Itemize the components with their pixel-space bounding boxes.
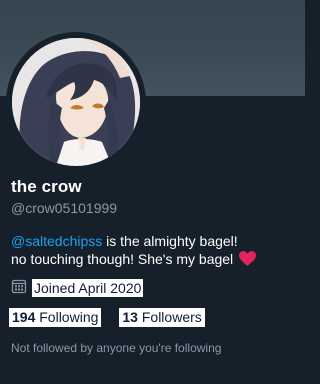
joined-date: Joined April 2020: [32, 279, 144, 297]
avatar-ring: [6, 32, 146, 172]
following-count: 194: [12, 308, 36, 325]
profile-bio: @saltedchipss is the almighty bagel! no …: [11, 232, 301, 270]
display-name: the crow: [11, 177, 82, 196]
follow-stats: 194 Following 13 Followers: [9, 307, 205, 327]
followed-by-note: Not followed by anyone you're following: [11, 341, 222, 355]
calendar-icon: [11, 278, 27, 299]
joined-date-row: Joined April 2020: [11, 278, 144, 299]
username-handle: @crow05101999: [11, 200, 118, 216]
following-link[interactable]: 194 Following: [9, 307, 102, 327]
followers-link[interactable]: 13 Followers: [119, 307, 205, 327]
following-label: Following: [35, 308, 99, 325]
followers-count: 13: [122, 308, 138, 325]
avatar-illustration: [12, 38, 140, 166]
heart-icon: [239, 251, 257, 270]
followers-label: Followers: [137, 308, 202, 325]
bio-line-2-text: no touching though! She's my bagel: [11, 251, 234, 267]
avatar[interactable]: [12, 38, 140, 166]
bio-mention-link[interactable]: @saltedchipss: [11, 233, 102, 249]
bio-line-1-text: is the almighty bagel!: [102, 233, 238, 249]
